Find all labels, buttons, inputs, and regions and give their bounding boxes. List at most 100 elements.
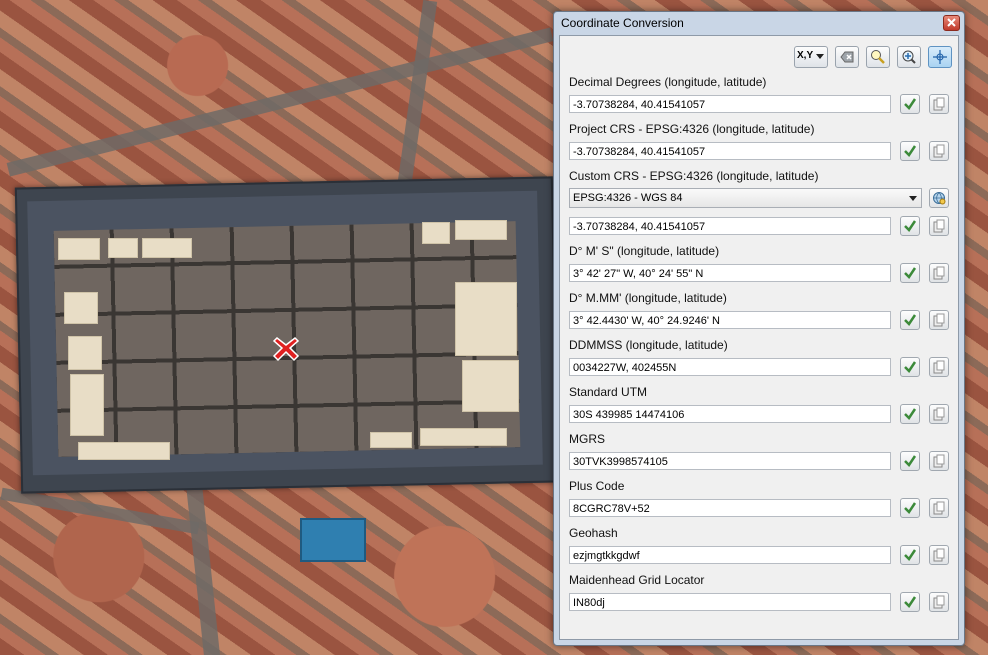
check-icon	[904, 220, 917, 232]
copy-icon	[933, 219, 945, 233]
ddmmss-copy-button[interactable]	[929, 357, 949, 377]
copy-icon	[933, 313, 945, 327]
dialog-title: Coordinate Conversion	[561, 16, 684, 30]
crs-select-icon	[933, 192, 946, 205]
ddmmss-field[interactable]: 0034227W, 402455N	[569, 358, 891, 376]
check-icon	[904, 314, 917, 326]
market-tent	[108, 238, 138, 258]
close-button[interactable]	[943, 15, 960, 31]
copy-icon	[933, 454, 945, 468]
market-tent	[462, 360, 519, 412]
project-crs-field[interactable]: -3.70738284, 40.41541057	[569, 142, 891, 160]
decimal-degrees-check-button[interactable]	[900, 94, 920, 114]
dmm-check-button[interactable]	[900, 310, 920, 330]
market-tent	[142, 238, 192, 258]
custom-crs-check-button[interactable]	[900, 216, 920, 236]
copy-icon	[933, 266, 945, 280]
check-icon	[904, 145, 917, 157]
dialog-body: X,Y Decimal Degrees (longitude, latitude…	[559, 35, 959, 640]
crosshair-icon	[933, 50, 947, 64]
utm-copy-button[interactable]	[929, 404, 949, 424]
crs-selector-button[interactable]	[929, 188, 949, 208]
custom-crs-field[interactable]: -3.70738284, 40.41541057	[569, 217, 891, 235]
coordinate-conversion-dialog: Coordinate Conversion X,Y Decimal Degree…	[553, 11, 965, 646]
plus-code-copy-button[interactable]	[929, 498, 949, 518]
street	[185, 479, 221, 655]
utm-check-button[interactable]	[900, 404, 920, 424]
utm-field[interactable]: 30S 439985 14474106	[569, 405, 891, 423]
copy-icon	[933, 144, 945, 158]
mgrs-check-button[interactable]	[900, 451, 920, 471]
chevron-down-icon	[909, 196, 917, 201]
dms-check-button[interactable]	[900, 263, 920, 283]
custom-crs-copy-button[interactable]	[929, 216, 949, 236]
maidenhead-check-button[interactable]	[900, 592, 920, 612]
xy-format-dropdown-button[interactable]: X,Y	[794, 46, 828, 68]
market-tent	[58, 238, 100, 260]
mgrs-field[interactable]: 30TVK3998574105	[569, 452, 891, 470]
copy-icon	[933, 360, 945, 374]
dmm-label: D° M.MM' (longitude, latitude)	[569, 291, 727, 305]
plus-code-label: Plus Code	[569, 479, 625, 493]
check-icon	[904, 596, 917, 608]
xy-dropdown-icon	[816, 54, 824, 59]
copy-icon	[933, 407, 945, 421]
add-point-button[interactable]	[897, 46, 921, 68]
decimal-degrees-field[interactable]: -3.70738284, 40.41541057	[569, 95, 891, 113]
street	[396, 0, 438, 191]
check-icon	[904, 455, 917, 467]
clear-button[interactable]	[835, 46, 859, 68]
map-tool-button[interactable]	[928, 46, 952, 68]
plus-code-field[interactable]: 8CGRC78V+52	[569, 499, 891, 517]
xy-format-label: X,Y	[797, 50, 814, 61]
location-marker-icon	[272, 334, 300, 362]
copy-icon	[933, 595, 945, 609]
maidenhead-copy-button[interactable]	[929, 592, 949, 612]
check-icon	[904, 549, 917, 561]
clear-icon	[840, 51, 854, 63]
geohash-field[interactable]: ezjmgtkkgdwf	[569, 546, 891, 564]
street	[6, 27, 554, 177]
project-crs-label: Project CRS - EPSG:4326 (longitude, lati…	[569, 122, 815, 136]
geohash-label: Geohash	[569, 526, 618, 540]
custom-crs-select-value: EPSG:4326 - WGS 84	[573, 192, 683, 204]
market-tent	[455, 220, 507, 240]
plus-code-check-button[interactable]	[900, 498, 920, 518]
market-tent	[420, 428, 507, 446]
market-tent	[70, 374, 104, 436]
geohash-check-button[interactable]	[900, 545, 920, 565]
project-crs-check-button[interactable]	[900, 141, 920, 161]
zoom-button[interactable]	[866, 46, 890, 68]
market-tent	[422, 222, 450, 244]
check-icon	[904, 98, 917, 110]
title-bar[interactable]: Coordinate Conversion	[554, 12, 964, 34]
custom-crs-select[interactable]: EPSG:4326 - WGS 84	[569, 188, 922, 208]
maidenhead-field[interactable]: IN80dj	[569, 593, 891, 611]
dms-field[interactable]: 3° 42' 27" W, 40° 24' 55" N	[569, 264, 891, 282]
project-crs-copy-button[interactable]	[929, 141, 949, 161]
market-tent	[370, 432, 412, 448]
check-icon	[904, 361, 917, 373]
dms-label: D° M' S" (longitude, latitude)	[569, 244, 720, 258]
ddmmss-check-button[interactable]	[900, 357, 920, 377]
mgrs-copy-button[interactable]	[929, 451, 949, 471]
market-tent	[455, 282, 517, 356]
zoom-icon	[871, 50, 885, 64]
dmm-copy-button[interactable]	[929, 310, 949, 330]
maidenhead-label: Maidenhead Grid Locator	[569, 573, 705, 587]
custom-crs-label: Custom CRS - EPSG:4326 (longitude, latit…	[569, 169, 819, 183]
geohash-copy-button[interactable]	[929, 545, 949, 565]
dmm-field[interactable]: 3° 42.4430' W, 40° 24.9246' N	[569, 311, 891, 329]
check-icon	[904, 267, 917, 279]
toolbar: X,Y	[794, 46, 952, 68]
dms-copy-button[interactable]	[929, 263, 949, 283]
market-tent	[68, 336, 102, 370]
ddmmss-label: DDMMSS (longitude, latitude)	[569, 338, 728, 352]
copy-icon	[933, 501, 945, 515]
decimal-degrees-copy-button[interactable]	[929, 94, 949, 114]
copy-icon	[933, 97, 945, 111]
check-icon	[904, 408, 917, 420]
copy-icon	[933, 548, 945, 562]
decimal-degrees-label: Decimal Degrees (longitude, latitude)	[569, 75, 767, 89]
close-icon	[947, 18, 956, 27]
